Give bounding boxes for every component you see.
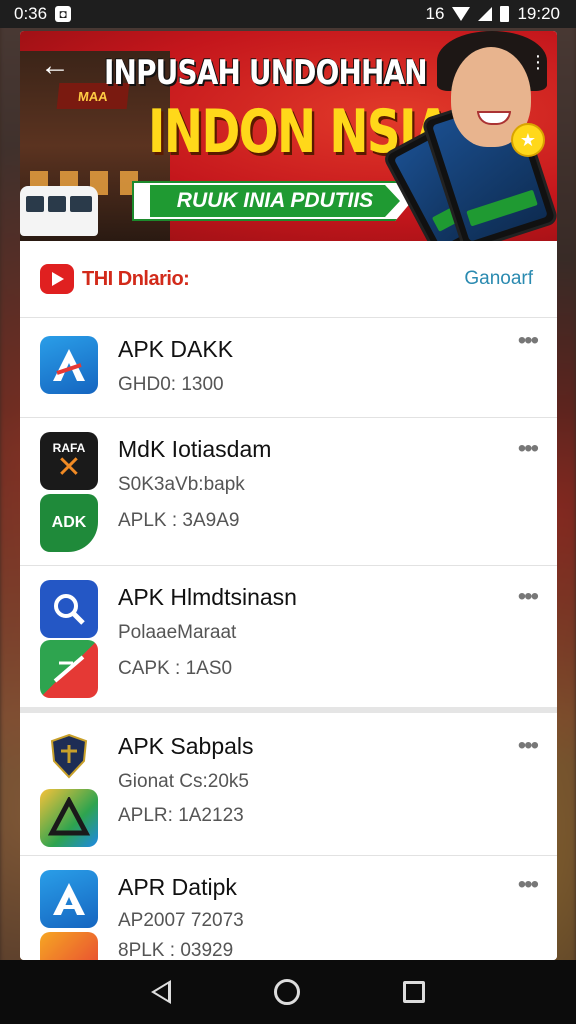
more-horizontal-icon[interactable]: •••: [518, 585, 539, 609]
bus-illustration: [20, 186, 98, 236]
signal-icon: [478, 7, 493, 21]
search-app-icon: [40, 580, 98, 638]
app-detail: APLR: 1A2123: [118, 805, 244, 826]
adk-green-icon: ADK: [40, 494, 98, 552]
more-horizontal-icon[interactable]: •••: [518, 873, 539, 897]
list-item[interactable]: RAFA ✕ ADK MdK Iotiasdam S0K3aVb:bapk AP…: [20, 417, 557, 565]
nav-back-icon[interactable]: [151, 980, 172, 1004]
promo-banner[interactable]: MAA ← INPUSAH UNDOHHAN INDON NSIA RUUK I…: [20, 31, 557, 241]
icon-label: ADK: [51, 514, 87, 531]
app-detail: Gionat Cs:20k5: [118, 771, 249, 792]
app-name: APR Datipk: [118, 874, 237, 900]
battery-icon: [500, 6, 510, 22]
list-item[interactable]: APR Datipk AP2007 72073 8PLK : 03929 •••: [20, 855, 557, 960]
nav-home-icon[interactable]: [273, 979, 300, 1005]
app-list: APK DAKK GHD0: 1300 ••• RAFA ✕ ADK MdK I…: [20, 317, 557, 960]
notification-icon: ◘: [55, 6, 72, 22]
app-name: APK Hlmdtsinasn: [118, 584, 297, 610]
app-card: MAA ← INPUSAH UNDOHHAN INDON NSIA RUUK I…: [20, 31, 557, 960]
more-horizontal-icon[interactable]: •••: [518, 437, 539, 461]
back-arrow-icon[interactable]: ←: [40, 49, 74, 83]
shield-app-icon: [40, 727, 98, 785]
star-badge-icon: ★: [511, 123, 545, 157]
map-app-icon: [40, 640, 98, 698]
list-item[interactable]: APK Sabpals Gionat Cs:20k5 APLR: 1A2123 …: [20, 713, 557, 855]
list-item[interactable]: APK DAKK GHD0: 1300 •••: [20, 317, 557, 417]
status-time-left: 0:36: [14, 4, 48, 23]
status-time-right: 19:20: [517, 4, 560, 23]
more-vertical-icon[interactable]: · · ·: [533, 46, 543, 78]
app-detail: AP2007 72073: [118, 910, 244, 931]
app-name: APK Sabpals: [118, 733, 254, 759]
network-indicator: 16: [425, 4, 445, 23]
orange-app-icon: [40, 932, 98, 960]
navigation-bar: [0, 960, 576, 1024]
banner-ribbon-button[interactable]: RUUK INIA PDUTIIS: [150, 185, 400, 217]
rafa-x-icon: RAFA ✕: [40, 432, 98, 490]
apk-blue-a-icon: [40, 870, 98, 928]
more-horizontal-icon[interactable]: •••: [518, 734, 539, 758]
apk-blue-a-icon: [40, 336, 98, 394]
app-detail: S0K3aVb:bapk: [118, 474, 245, 495]
app-detail: 8PLK : 03929: [118, 940, 234, 960]
section-title: THI Dnlario:: [82, 267, 190, 290]
app-detail: APLK : 3A9A9: [118, 510, 240, 531]
list-item[interactable]: APK Hlmdtsinasn PolaaeMaraat CAPK : 1AS0…: [20, 565, 557, 707]
section-header: THI Dnlario: Ganoarf: [20, 241, 557, 317]
app-detail: PolaaeMaraat: [118, 622, 237, 643]
play-logo-icon: [40, 264, 74, 294]
app-detail: GHD0: 1300: [118, 374, 224, 395]
apk-triangle-icon: [40, 789, 98, 847]
section-action-link[interactable]: Ganoarf: [464, 268, 533, 290]
more-horizontal-icon[interactable]: •••: [518, 329, 539, 353]
app-detail: CAPK : 1AS0: [118, 658, 233, 679]
wifi-icon: [452, 7, 471, 21]
status-bar: 0:36 ◘ 16 19:20: [0, 0, 576, 28]
banner-title: INPUSAH UNDOHHAN: [104, 53, 428, 93]
app-name: APK DAKK: [118, 336, 234, 362]
app-name: MdK Iotiasdam: [118, 436, 272, 462]
nav-recents-icon[interactable]: [402, 981, 425, 1003]
